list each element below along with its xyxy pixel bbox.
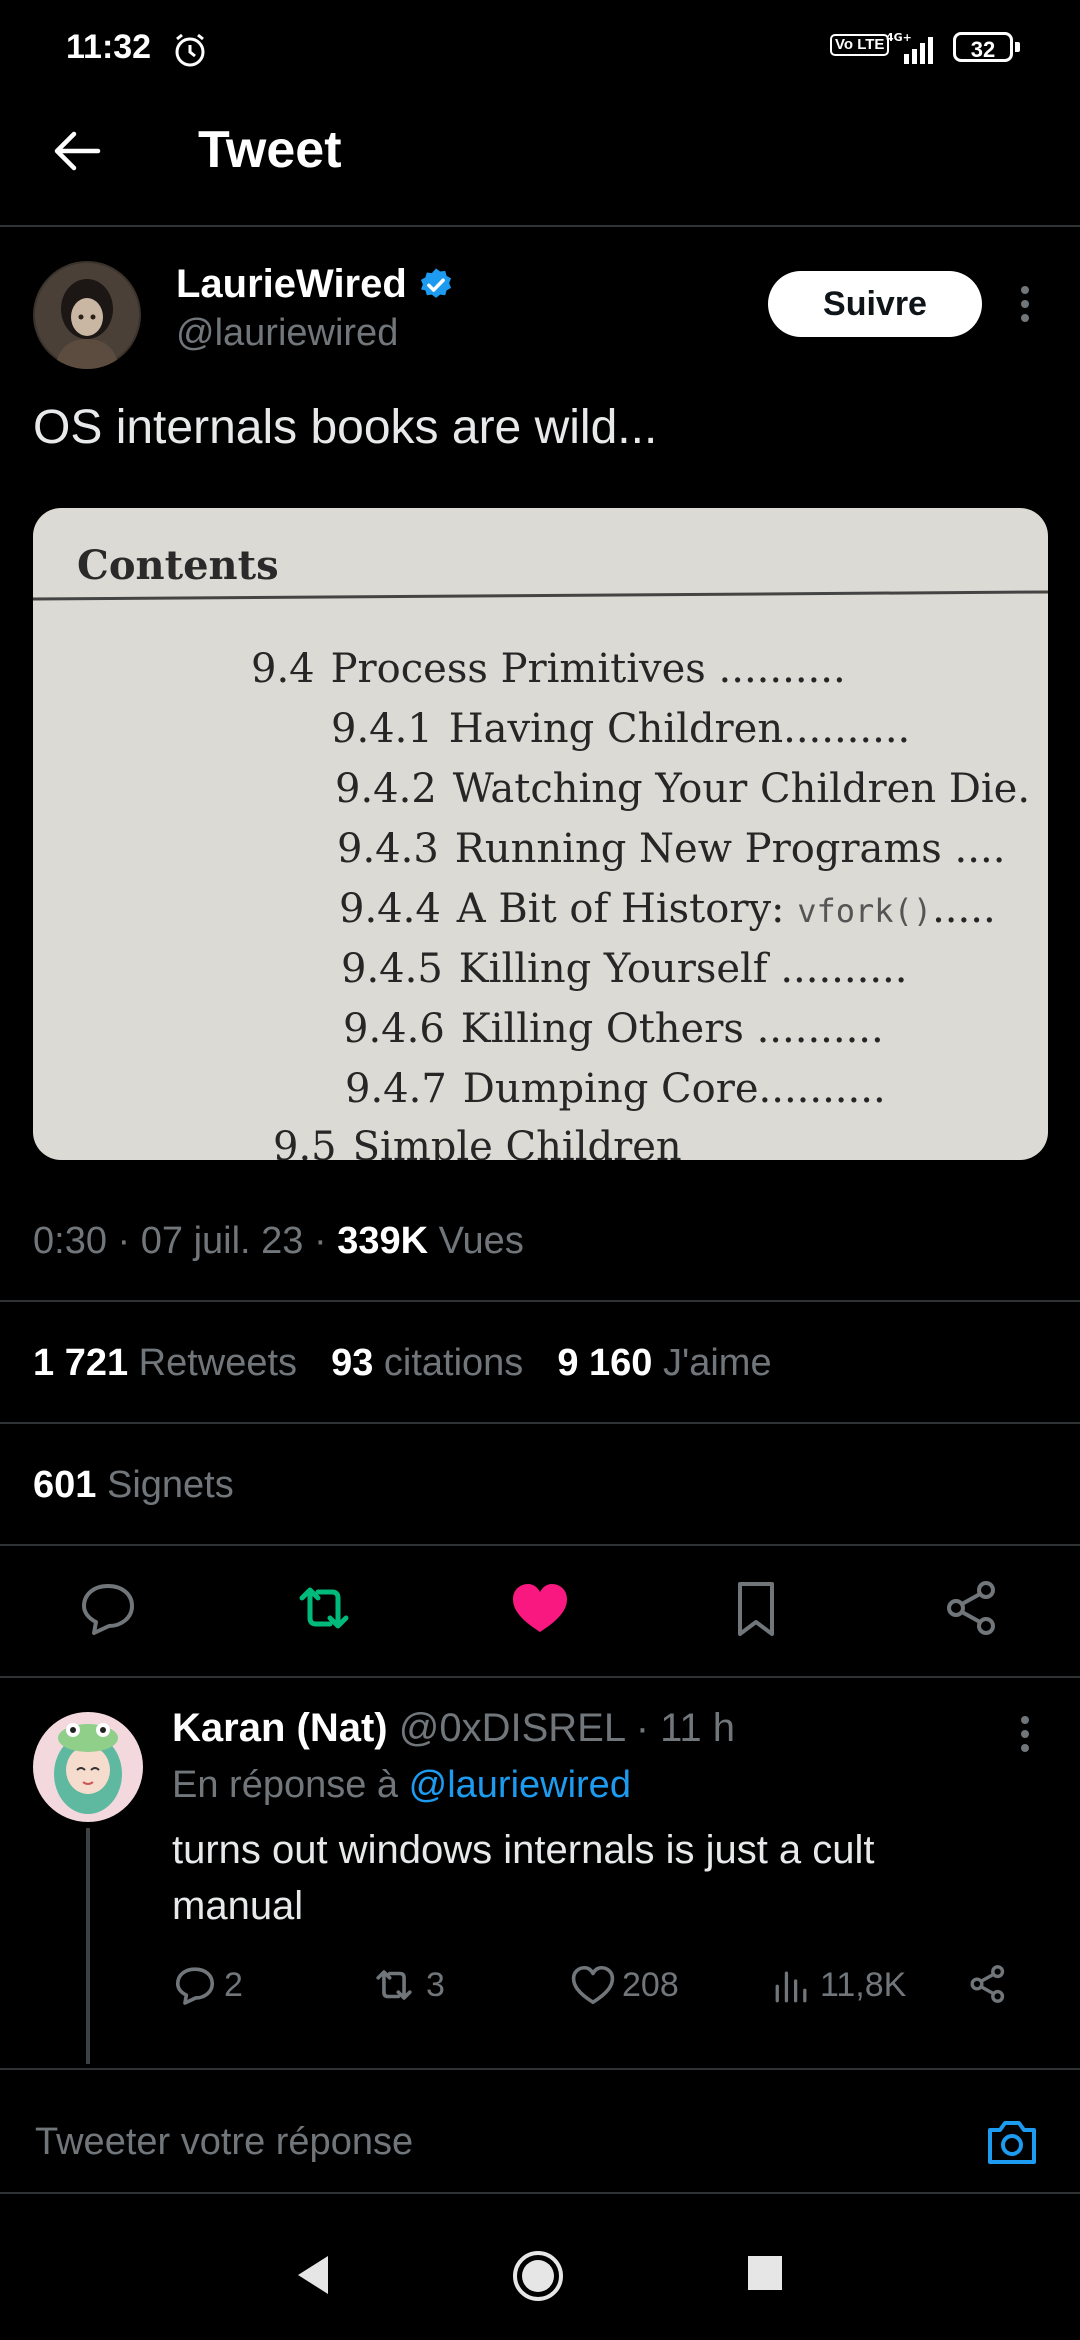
share-icon[interactable] — [940, 1576, 1004, 1640]
retweet-icon[interactable] — [292, 1576, 356, 1640]
nav-home-icon[interactable] — [510, 2248, 566, 2304]
reply-retweet-action[interactable]: 3 — [368, 1960, 445, 2010]
status-time: 11:32 — [66, 28, 152, 66]
reply-header: Karan (Nat) @0xDISREL · 11 h — [172, 1706, 736, 1750]
like-icon — [571, 1965, 615, 2005]
alarm-icon — [175, 33, 205, 67]
tweet-media-image[interactable]: Contents 9.4 Process Primitives .........… — [33, 508, 1048, 1160]
replying-to: En réponse à @lauriewired — [172, 1764, 631, 1806]
retweet-icon — [376, 1970, 412, 2000]
reply-text: turns out windows internals is just a cu… — [172, 1828, 875, 1928]
bookmarks-stat[interactable]: 601 Signets — [33, 1464, 234, 1507]
reply-author-name[interactable]: Karan (Nat) — [172, 1706, 388, 1750]
reply-input[interactable] — [33, 2120, 937, 2165]
battery-nub — [1015, 42, 1020, 52]
reply-likes-count: 208 — [622, 1965, 679, 2004]
reply-author-avatar[interactable] — [33, 1712, 143, 1822]
divider — [0, 1676, 1080, 1678]
tweet-action-bar — [0, 1576, 1080, 1648]
nav-back-icon[interactable] — [290, 2250, 340, 2300]
header-divider — [0, 225, 1080, 227]
reply-replies-count: 2 — [224, 1965, 243, 2004]
engagement-stats: 1 721 Retweets 93 citations 9 160 J'aime — [33, 1342, 772, 1385]
author-avatar[interactable] — [33, 261, 141, 369]
page-title: Tweet — [198, 121, 342, 179]
reply-retweets-count: 3 — [426, 1965, 445, 2004]
toc-entry: 9.4.4 A Bit of History: vfork()..... — [339, 886, 996, 932]
volte-indicator: Vo LTE — [830, 34, 890, 56]
toc-entry: 9.4.7 Dumping Core.......... — [345, 1066, 886, 1112]
toc-entry: 9.4 Process Primitives .......... — [251, 646, 846, 692]
divider — [0, 2068, 1080, 2070]
toc-entry: 9.5 Simple Children — [273, 1124, 682, 1160]
toc-entry: 9.4.5 Killing Yourself .......... — [341, 946, 908, 992]
divider — [0, 2192, 1080, 2194]
quotes-stat[interactable]: 93 citations — [331, 1342, 523, 1384]
back-arrow-icon[interactable] — [52, 126, 102, 176]
toc-entry: 9.4.1 Having Children.......... — [331, 706, 911, 752]
divider — [0, 1422, 1080, 1424]
more-options-icon[interactable] — [1010, 280, 1040, 328]
thread-line — [86, 1828, 90, 2064]
reply-reply-action[interactable]: 2 — [172, 1960, 243, 2010]
reply-author-handle[interactable]: @0xDISREL — [399, 1706, 625, 1750]
toc-rule — [33, 590, 1048, 601]
reply-like-action[interactable]: 208 — [570, 1960, 679, 2010]
reply-views-count: 11,8K — [820, 1965, 907, 2004]
like-icon-filled[interactable] — [508, 1576, 572, 1640]
verified-badge-icon — [420, 267, 451, 298]
camera-icon[interactable] — [984, 2114, 1040, 2170]
divider — [0, 1300, 1080, 1302]
reply-share-icon[interactable] — [966, 1962, 1010, 2006]
tweet-time: 0:30 — [33, 1220, 107, 1262]
retweets-stat[interactable]: 1 721 Retweets — [33, 1342, 297, 1384]
toc-entry: 9.4.3 Running New Programs .... — [337, 826, 1006, 872]
views-label: Vues — [438, 1220, 524, 1262]
tweet-meta: 0:30 · 07 juil. 23 · 339K Vues — [33, 1220, 524, 1262]
divider — [0, 1544, 1080, 1546]
analytics-icon — [775, 1971, 807, 2003]
nav-recents-icon[interactable] — [748, 2256, 782, 2290]
toc-entry: 9.4.2 Watching Your Children Die. — [335, 766, 1031, 812]
likes-stat[interactable]: 9 160 J'aime — [557, 1342, 771, 1384]
reply-icon[interactable] — [76, 1576, 140, 1640]
svg-text:4G+: 4G+ — [886, 31, 912, 44]
follow-button[interactable]: Suivre — [768, 271, 982, 337]
signal-icon: 4G+ — [886, 31, 933, 64]
toc-heading: Contents — [77, 542, 279, 589]
author-name[interactable]: LaurieWired — [176, 262, 407, 307]
replying-to-mention[interactable]: @lauriewired — [409, 1764, 631, 1806]
tweet-text: OS internals books are wild... — [33, 401, 658, 454]
author-name-row[interactable]: LaurieWired — [176, 262, 455, 307]
tweet-date: 07 juil. 23 — [140, 1220, 304, 1262]
toc-entry: 9.4.6 Killing Others .......... — [343, 1006, 884, 1052]
reply-time: 11 h — [660, 1706, 736, 1750]
battery-indicator: 32 — [953, 32, 1013, 62]
author-handle[interactable]: @lauriewired — [176, 312, 398, 355]
views-count: 339K — [337, 1220, 429, 1262]
reply-views-action[interactable]: 11,8K — [772, 1960, 906, 2010]
reply-more-options-icon[interactable] — [1010, 1710, 1040, 1758]
reply-icon — [175, 1967, 215, 2005]
bookmark-icon[interactable] — [724, 1576, 788, 1640]
